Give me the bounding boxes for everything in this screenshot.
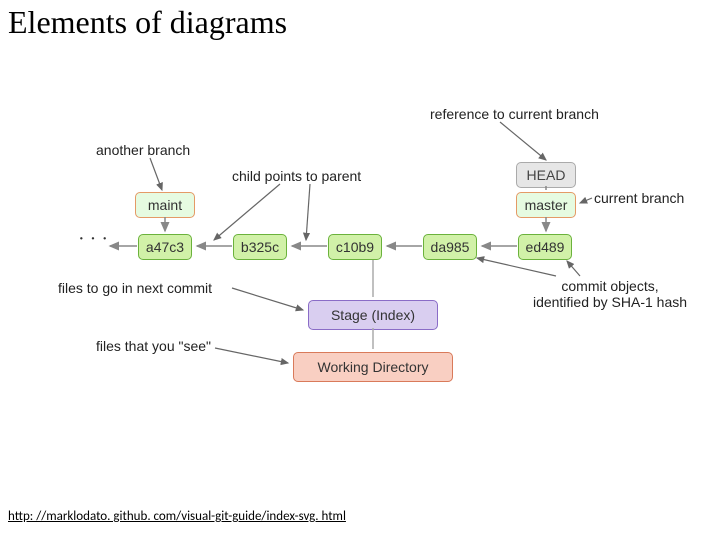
commit-0: a47c3: [138, 234, 192, 260]
label-current-branch: current branch: [594, 190, 684, 206]
label-ref-current: reference to current branch: [430, 106, 599, 122]
arrows-layer: [0, 0, 720, 540]
diagram-canvas: reference to current branch another bran…: [0, 0, 720, 540]
ellipsis-icon: · · ·: [78, 228, 108, 251]
stage-box: Stage (Index): [308, 300, 438, 330]
working-directory-box: Working Directory: [293, 352, 453, 382]
label-commit-objects-1: commit objects,: [530, 278, 690, 294]
branch-maint: maint: [135, 192, 195, 218]
head-box: HEAD: [516, 162, 576, 188]
label-files-next-commit: files to go in next commit: [58, 280, 212, 296]
label-another-branch: another branch: [96, 142, 190, 158]
source-link[interactable]: http: //marklodato. github. com/visual-g…: [8, 509, 346, 524]
commit-1: b325c: [233, 234, 287, 260]
commit-2: c10b9: [328, 234, 382, 260]
label-child-parent: child points to parent: [232, 168, 361, 184]
label-commit-objects-2: identified by SHA-1 hash: [520, 294, 700, 310]
label-files-you-see: files that you "see": [96, 338, 211, 354]
commit-3: da985: [423, 234, 477, 260]
commit-4: ed489: [518, 234, 572, 260]
branch-master: master: [516, 192, 576, 218]
